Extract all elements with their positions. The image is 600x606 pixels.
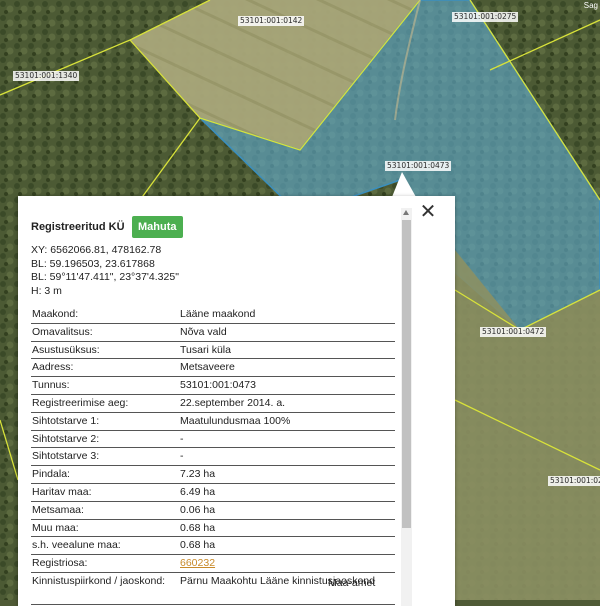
row-key: Asustusüksus:: [31, 341, 180, 360]
row-key: Omavalitsus:: [31, 323, 180, 342]
row-key: Aadress:: [31, 358, 180, 378]
row-key: Haritav maa:: [31, 483, 180, 502]
registriosa-link[interactable]: 660232: [180, 557, 215, 569]
parcel-label: 53101:001:0200: [548, 476, 600, 486]
table-row: Metsamaa: 0.06 ha: [31, 501, 395, 520]
table-row: Tunnus: 53101:001:0473: [31, 376, 395, 395]
row-key: Pindala:: [31, 465, 180, 484]
row-key: s.h. veealune maa:: [31, 536, 180, 556]
row-key: Sihtotstarve 2:: [31, 430, 180, 449]
table-row: Sihtotstarve 1: Maatulundusmaa 100%: [31, 412, 395, 431]
row-key: Muu maa:: [31, 519, 180, 538]
row-key: Sihtotstarve 3:: [31, 447, 180, 467]
row-value: -: [180, 430, 395, 449]
scroll-up-icon[interactable]: [403, 210, 409, 215]
table-row: Aadress: Metsaveere: [31, 358, 395, 378]
parcel-label: 53101:001:0473: [385, 161, 452, 171]
table-row: Omavalitsus: Nõva vald: [31, 323, 395, 342]
row-value: Lääne maakond: [180, 306, 395, 324]
map-corner-text: Sag: [583, 1, 598, 10]
parcel-label: 53101:001:0275: [452, 12, 519, 22]
table-row: Sihtotstarve 2: -: [31, 430, 395, 449]
coordinates-block: XY: 6562066.81, 478162.78 BL: 59.196503,…: [31, 244, 179, 298]
popup-pointer: [392, 172, 416, 197]
parcel-label: 53101:001:0472: [480, 327, 547, 337]
row-value: 7.23 ha: [180, 465, 395, 484]
coord-bl-dms: BL: 59°11'47.411", 23°37'4.325": [31, 271, 179, 283]
row-key: Maakond:: [31, 306, 180, 324]
parcel-label: 53101:001:1340: [13, 71, 80, 81]
row-value: Tusari küla: [180, 341, 395, 360]
parcel-info-table: Maakond: Lääne maakond Omavalitsus: Nõva v…: [31, 306, 395, 605]
row-value: 0.68 ha: [180, 519, 395, 538]
parcel-label: 53101:001:0142: [238, 16, 305, 26]
coord-height: H: 3 m: [31, 284, 62, 297]
row-value: Nõva vald: [180, 323, 395, 342]
maa-amet-label: Maa-amet: [328, 577, 376, 589]
row-key: Registriosa:: [31, 554, 180, 573]
table-row: Haritav maa: 6.49 ha: [31, 483, 395, 502]
close-icon[interactable]: ✕: [418, 202, 438, 222]
row-value: 0.06 ha: [180, 501, 395, 520]
table-row: Pindala: 7.23 ha: [31, 465, 395, 484]
mahuta-button[interactable]: Mahuta: [132, 216, 183, 238]
coord-bl: BL: 59.196503, 23.617868: [31, 257, 155, 270]
scroll-thumb[interactable]: [402, 220, 411, 528]
row-key: Metsamaa:: [31, 501, 180, 520]
table-row: Muu maa: 0.68 ha: [31, 519, 395, 538]
table-row: s.h. veealune maa: 0.68 ha: [31, 536, 395, 556]
popup-title: Registreeritud KÜ: [31, 221, 125, 233]
row-value: 0.68 ha: [180, 536, 395, 556]
popup-scrollbar[interactable]: [401, 208, 412, 606]
parcel-info-popup: ✕ Registreeritud KÜ Mahuta XY: 6562066.8…: [18, 196, 455, 606]
table-row: Sihtotstarve 3: -: [31, 447, 395, 467]
row-key: Tunnus:: [31, 376, 180, 395]
table-row: Registreerimise aeg: 22.september 2014. a…: [31, 394, 395, 413]
table-row: Maakond: Lääne maakond: [31, 306, 395, 324]
row-value: 6.49 ha: [180, 483, 395, 502]
row-value: Maatulundusmaa 100%: [180, 412, 395, 431]
row-value: 53101:001:0473: [180, 376, 395, 395]
row-key: Sihtotstarve 1:: [31, 412, 180, 431]
row-value: 22.september 2014. a.: [180, 394, 395, 413]
row-value: -: [180, 447, 395, 467]
table-row: Asustusüksus: Tusari küla: [31, 341, 395, 360]
row-value: Metsaveere: [180, 358, 395, 378]
row-key: Registreerimise aeg:: [31, 394, 180, 413]
coord-xy: XY: 6562066.81, 478162.78: [31, 244, 162, 256]
table-row: Registriosa: 660232: [31, 554, 395, 573]
